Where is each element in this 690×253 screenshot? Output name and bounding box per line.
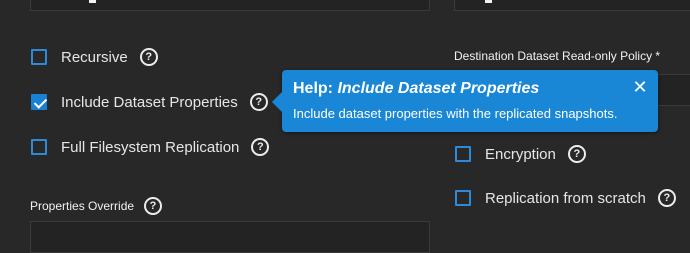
readonly-policy-label: Destination Dataset Read-only Policy * [454,49,661,63]
field-cursor [485,0,492,3]
recursive-checkbox[interactable] [31,49,47,65]
recursive-row: Recursive ? [31,48,158,66]
help-icon[interactable]: ? [251,138,270,156]
close-icon[interactable]: ✕ [632,78,648,96]
help-tooltip: Help: Include Dataset Properties Include… [272,70,658,132]
help-icon[interactable]: ? [139,48,158,66]
field-cursor [89,0,96,3]
include-dataset-properties-label: Include Dataset Properties [61,93,238,111]
full-filesystem-replication-label: Full Filesystem Replication [61,138,240,156]
encryption-label: Encryption [485,145,556,163]
recursive-label: Recursive [61,48,128,66]
full-filesystem-replication-checkbox[interactable] [31,139,47,155]
properties-override-input[interactable] [30,221,430,253]
tooltip-title-text: Include Dataset Properties [337,80,540,97]
help-icon[interactable]: ? [567,145,586,163]
encryption-row: Encryption ? [455,145,586,163]
help-icon[interactable]: ? [657,189,676,207]
tooltip-title-prefix: Help: [293,80,338,97]
help-icon[interactable]: ? [249,93,268,111]
tooltip-body: Include dataset properties with the repl… [293,106,618,121]
tooltip-title: Help: Include Dataset Properties [293,80,539,98]
include-dataset-properties-row: Include Dataset Properties ? [31,93,268,111]
full-filesystem-replication-row: Full Filesystem Replication ? [31,138,270,156]
help-icon[interactable]: ? [144,197,163,215]
replication-from-scratch-row: Replication from scratch ? [455,189,676,207]
encryption-checkbox[interactable] [455,146,471,162]
top-right-field[interactable] [454,0,690,11]
replication-from-scratch-checkbox[interactable] [455,190,471,206]
replication-from-scratch-label: Replication from scratch [485,189,646,207]
properties-override-label: Properties Override [30,199,135,213]
properties-override-header: Properties Override ? [30,197,163,215]
include-dataset-properties-checkbox[interactable] [31,94,47,110]
top-left-field[interactable] [30,0,430,11]
